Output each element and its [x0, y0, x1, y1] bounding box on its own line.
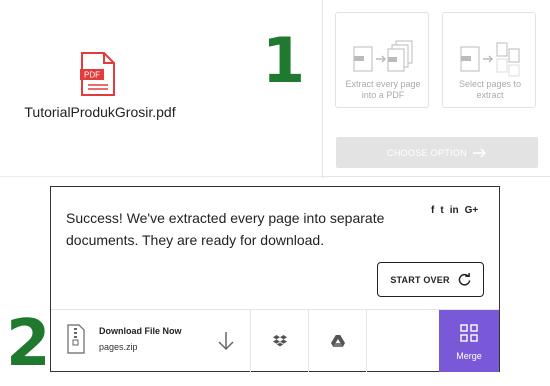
- merge-button[interactable]: Merge: [439, 310, 499, 372]
- social-share-links: f t in G+: [431, 205, 478, 216]
- success-message: Success! We've extracted every page into…: [66, 210, 385, 248]
- linkedin-icon[interactable]: in: [450, 205, 459, 216]
- extract-all-pages-icon: [353, 40, 413, 72]
- extract-every-page-option[interactable]: Extract every page into a PDF: [335, 12, 429, 108]
- option-label: Extract every page into a PDF: [345, 79, 421, 100]
- download-file-name: pages.zip: [99, 342, 138, 352]
- merge-label: Merge: [456, 351, 482, 361]
- file-name: TutorialProdukGrosir.pdf: [24, 104, 176, 120]
- google-drive-icon: [330, 335, 345, 347]
- download-title: Download File Now: [99, 326, 182, 336]
- save-to-google-drive-button[interactable]: [309, 310, 367, 372]
- zip-file-icon: [67, 324, 85, 354]
- select-pages-icon: [460, 42, 520, 77]
- twitter-icon[interactable]: t: [440, 205, 443, 216]
- success-panel: Success! We've extracted every page into…: [50, 186, 500, 372]
- facebook-icon[interactable]: f: [431, 205, 434, 216]
- dropbox-icon: [272, 335, 287, 347]
- option-label: Select pages to extract: [458, 79, 522, 100]
- arrow-right-icon: [472, 147, 487, 158]
- select-pages-option[interactable]: Select pages to extract: [442, 12, 536, 108]
- divider: [322, 176, 550, 177]
- download-toolbar: Download File Now pages.zip Merge: [51, 309, 499, 372]
- choose-option-label: CHOOSE OPTION: [387, 147, 467, 158]
- step-number-2: 2: [6, 307, 51, 381]
- refresh-icon: [458, 273, 471, 286]
- choose-option-button[interactable]: CHOOSE OPTION: [336, 137, 538, 168]
- divider: [322, 0, 323, 178]
- extract-options-panel: PDF TutorialProdukGrosir.pdf 1 Extract e…: [0, 0, 550, 180]
- download-arrow-icon[interactable]: [217, 331, 235, 351]
- start-over-label: START OVER: [390, 274, 450, 285]
- merge-icon: [460, 324, 478, 342]
- save-to-dropbox-button[interactable]: [251, 310, 309, 372]
- step-number-1: 1: [262, 24, 306, 97]
- start-over-button[interactable]: START OVER: [377, 262, 484, 297]
- pdf-file-icon: PDF: [80, 52, 115, 96]
- google-plus-icon[interactable]: G+: [465, 205, 479, 216]
- download-file-cell[interactable]: Download File Now pages.zip: [51, 310, 251, 372]
- divider: [0, 176, 322, 177]
- pdf-icon-label: PDF: [84, 71, 100, 80]
